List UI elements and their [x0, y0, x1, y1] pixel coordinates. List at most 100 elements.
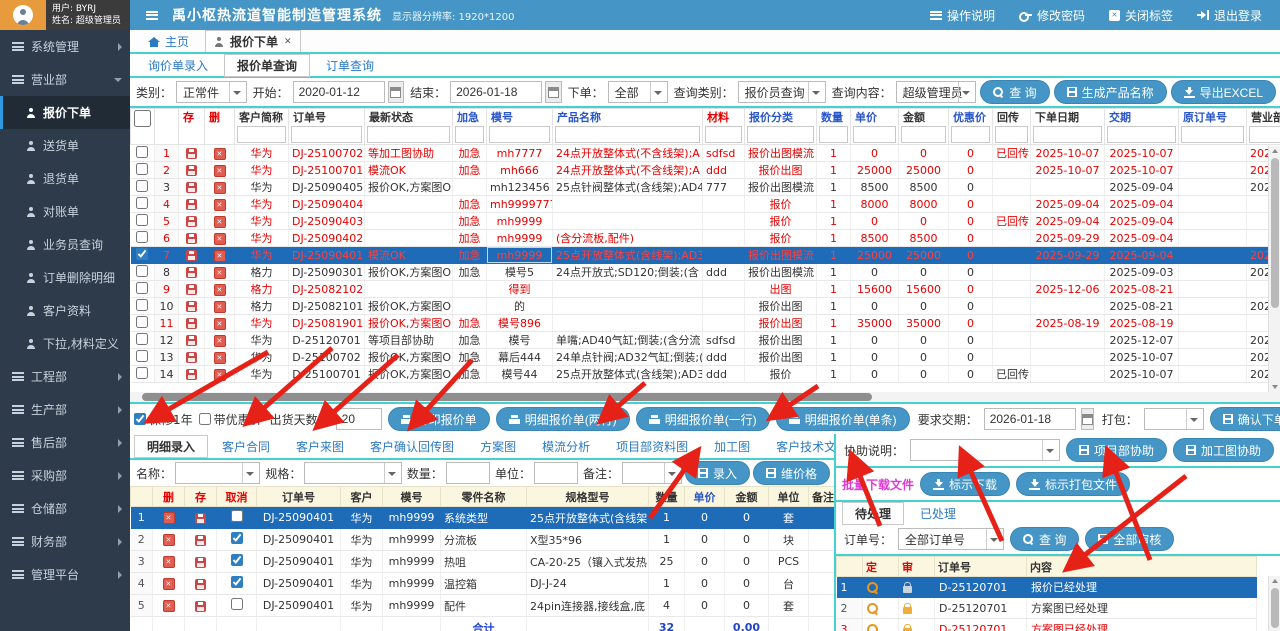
row-checkbox-cell[interactable]	[131, 349, 155, 366]
warranty-checkbox-label[interactable]: 保修1年	[134, 411, 193, 428]
row-delete-cell[interactable]	[205, 366, 235, 383]
ship-days-input[interactable]	[336, 408, 382, 430]
project-assist-button[interactable]: 项目部协助	[1066, 438, 1167, 462]
top-link-2[interactable]: 关闭标签	[1109, 7, 1173, 24]
row-delete-cell[interactable]	[153, 529, 185, 551]
assist-select[interactable]	[910, 439, 1060, 461]
row-save-cell[interactable]	[179, 298, 205, 315]
sidebar-item-16[interactable]: 管理平台	[0, 558, 130, 591]
delete-icon[interactable]	[214, 284, 226, 296]
column-filter-input-6[interactable]	[705, 126, 742, 143]
detail-row[interactable]: 2DJ-25090401华为mh9999分流板X型35*96100块	[131, 529, 835, 551]
column-filter-input-7[interactable]	[747, 126, 814, 143]
table-row[interactable]: 14华为D-25100701报价OK,方案图OK加急模号4425点开放整体式(含…	[131, 366, 1280, 383]
row-save-cell[interactable]	[179, 162, 205, 179]
process-assist-button[interactable]: 加工图协助	[1173, 438, 1274, 462]
detail-tab-2[interactable]: 客户来图	[284, 436, 356, 457]
row-checkbox[interactable]	[136, 367, 148, 379]
sidebar-item-2[interactable]: 报价下单	[0, 96, 130, 129]
delete-icon[interactable]	[214, 318, 226, 330]
row-cancel-cell[interactable]	[217, 573, 257, 595]
cancel-checkbox[interactable]	[231, 510, 243, 522]
delivery-calendar-button[interactable]	[1081, 408, 1094, 430]
save-icon[interactable]	[186, 301, 197, 312]
note-select[interactable]	[622, 462, 682, 484]
row-delete-cell[interactable]	[153, 551, 185, 573]
column-filter-input-12[interactable]	[995, 126, 1028, 143]
row-checkbox[interactable]	[136, 248, 148, 260]
save-icon[interactable]	[195, 601, 206, 612]
delete-icon[interactable]	[214, 165, 226, 177]
row-cancel-cell[interactable]	[217, 595, 257, 617]
row-checkbox[interactable]	[136, 231, 148, 243]
print-quote-button[interactable]: 打印报价单	[388, 407, 490, 431]
detail-row[interactable]: 5DJ-25090401华为mh9999配件24pin连接器,接线盒,底400套	[131, 595, 835, 617]
row-cancel-cell[interactable]	[217, 551, 257, 573]
delete-icon[interactable]	[163, 512, 175, 524]
save-icon[interactable]	[186, 352, 197, 363]
row-delete-cell[interactable]	[205, 281, 235, 298]
detail-quote-single-button[interactable]: 明细报价单(单条)	[776, 407, 910, 431]
sidebar-item-9[interactable]: 下拉,材料定义	[0, 327, 130, 360]
row-delete-cell[interactable]	[153, 595, 185, 617]
row-checkbox-cell[interactable]	[131, 196, 155, 213]
save-icon[interactable]	[195, 557, 206, 568]
column-filter-input-15[interactable]	[1181, 126, 1244, 143]
sidebar-item-8[interactable]: 客户资料	[0, 294, 130, 327]
table-row[interactable]: 4华为DJ-25090404加急mh9999777报价1800080000202…	[131, 196, 1280, 213]
row-save-cell[interactable]	[179, 247, 205, 264]
sidebar-item-3[interactable]: 送货单	[0, 129, 130, 162]
save-icon[interactable]	[195, 579, 206, 590]
delete-icon[interactable]	[214, 369, 226, 381]
row-checkbox-cell[interactable]	[131, 298, 155, 315]
order-select[interactable]: 全部	[608, 81, 668, 103]
row-delete-cell[interactable]	[153, 507, 185, 529]
magnifier-icon[interactable]	[867, 603, 879, 615]
delete-icon[interactable]	[214, 250, 226, 262]
row-checkbox-cell[interactable]	[131, 145, 155, 162]
row-delete-cell[interactable]	[205, 298, 235, 315]
row-checkbox-cell[interactable]	[131, 315, 155, 332]
table-row[interactable]: 7华为DJ-25090401模流OK加急mh999925点开放整体式(含线架);…	[131, 247, 1280, 264]
mark-download-button[interactable]: 标示下载	[920, 472, 1010, 496]
spec-select[interactable]	[304, 462, 402, 484]
table-row[interactable]: 10格力DJ-25082101报价OK,方案图OK的报价出图10002025-0…	[131, 298, 1280, 315]
table-row[interactable]: 3华为DJ-25090405报价OK,方案图OK.mh12345625点针阀整体…	[131, 179, 1280, 196]
save-icon[interactable]	[186, 267, 197, 278]
row-delete-cell[interactable]	[205, 213, 235, 230]
qty-input[interactable]	[446, 462, 490, 484]
sidebar-item-14[interactable]: 仓储部	[0, 492, 130, 525]
row-save-cell[interactable]	[179, 281, 205, 298]
delete-icon[interactable]	[214, 352, 226, 364]
subtab-1[interactable]: 报价单查询	[224, 54, 310, 77]
save-icon[interactable]	[186, 369, 197, 380]
table-row[interactable]: 11华为DJ-25081901报价OK,方案图OK.加急模号896报价出图135…	[131, 315, 1280, 332]
row-save-cell[interactable]	[179, 315, 205, 332]
delete-icon[interactable]	[214, 233, 226, 245]
row-checkbox-cell[interactable]	[131, 366, 155, 383]
sidebar-item-7[interactable]: 订单删除明细	[0, 261, 130, 294]
cancel-checkbox[interactable]	[231, 532, 243, 544]
save-icon[interactable]	[186, 250, 197, 261]
row-checkbox[interactable]	[136, 146, 148, 158]
detail-tab-6[interactable]: 项目部资料图	[604, 436, 700, 457]
row-save-cell[interactable]	[185, 595, 217, 617]
row-checkbox-cell[interactable]	[131, 162, 155, 179]
row-delete-cell[interactable]	[205, 264, 235, 281]
cancel-checkbox[interactable]	[231, 554, 243, 566]
save-icon[interactable]	[186, 148, 197, 159]
generate-product-name-button[interactable]: 生成产品名称	[1054, 80, 1167, 104]
row-save-cell[interactable]	[185, 551, 217, 573]
row-save-cell[interactable]	[185, 507, 217, 529]
tab-pending[interactable]: 待处理	[842, 502, 904, 525]
scroll-thumb[interactable]	[142, 393, 872, 401]
row-save-cell[interactable]	[179, 332, 205, 349]
query-type-select[interactable]: 报价员查询	[738, 81, 826, 103]
pending-query-button[interactable]: 查 询	[1010, 527, 1079, 551]
lock-icon[interactable]	[903, 607, 912, 614]
row-save-cell[interactable]	[179, 349, 205, 366]
maintain-price-button[interactable]: 维价格	[753, 461, 830, 485]
tab-quote-order[interactable]: 报价下单	[205, 30, 301, 52]
delete-icon[interactable]	[214, 301, 226, 313]
start-calendar-button[interactable]	[388, 81, 404, 103]
